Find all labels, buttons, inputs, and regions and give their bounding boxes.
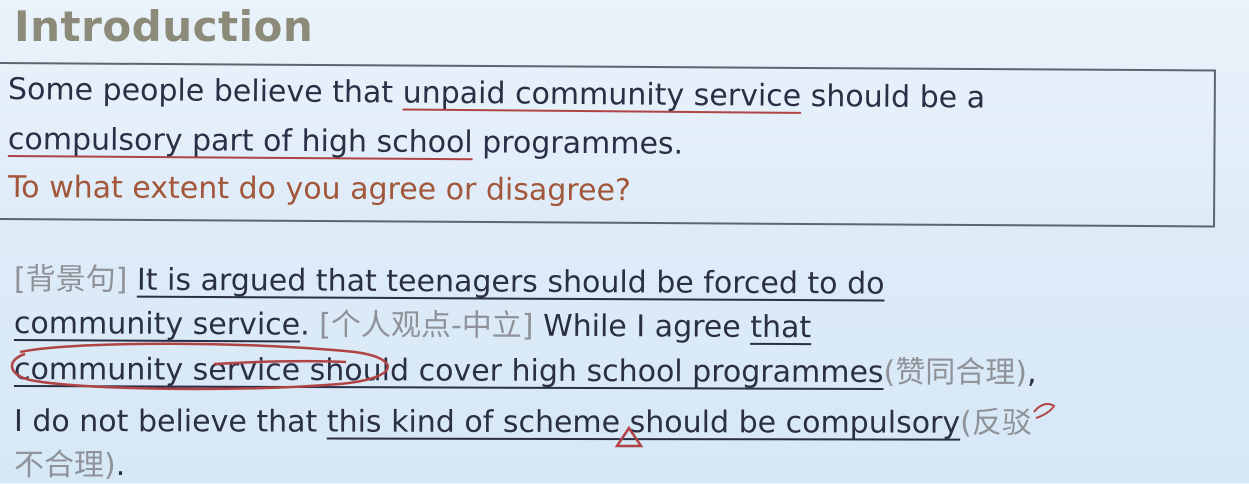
paragraph-text: I do not believe that	[13, 404, 327, 440]
underlined-phrase: community service	[13, 306, 301, 343]
prompt-text: programmes.	[472, 125, 684, 162]
paragraph-text: While I agree	[533, 308, 751, 345]
underlined-phrase: unpaid community service	[402, 75, 802, 114]
underlined-phrase: that	[750, 309, 812, 346]
paragraph-line-2: community service. [个人观点-中立] While I agr…	[14, 298, 811, 346]
underlined-phrase: It is argued that teenagers should be fo…	[136, 262, 885, 302]
prompt-line-2: compulsory part of high school programme…	[8, 122, 683, 162]
annotation-note: 不合理)	[14, 448, 116, 483]
underlined-phrase: compulsory part of high school	[7, 122, 473, 161]
paragraph-line-3: community service should cover high scho…	[14, 344, 1037, 392]
prompt-text: Some people believe that	[7, 72, 403, 111]
paragraph-text: ,	[1026, 355, 1037, 391]
underlined-phrase: community service should cover high scho…	[13, 352, 884, 391]
underlined-phrase: this kind of scheme should be compulsory	[326, 404, 961, 441]
paragraph-text: .	[300, 307, 310, 343]
prompt-question: To what extent do you agree or disagree?	[7, 170, 631, 209]
paragraph-line-4: I do not believe that this kind of schem…	[14, 396, 1032, 442]
annotation-note: (赞同合理)	[883, 355, 1028, 391]
annotation-note: (反驳	[960, 405, 1032, 441]
paragraph-text: .	[115, 448, 126, 483]
page-title: Introduction	[14, 2, 314, 51]
paragraph-line-1: [背景句] It is argued that teenagers should…	[14, 254, 885, 303]
prompt-text: should be a	[801, 78, 986, 116]
paragraph-line-5: 不合理).	[14, 440, 125, 484]
annotation-tag: [背景句]	[13, 262, 138, 298]
annotation-tag: [个人观点-中立]	[309, 307, 534, 344]
ink-check-mark	[1033, 403, 1056, 419]
